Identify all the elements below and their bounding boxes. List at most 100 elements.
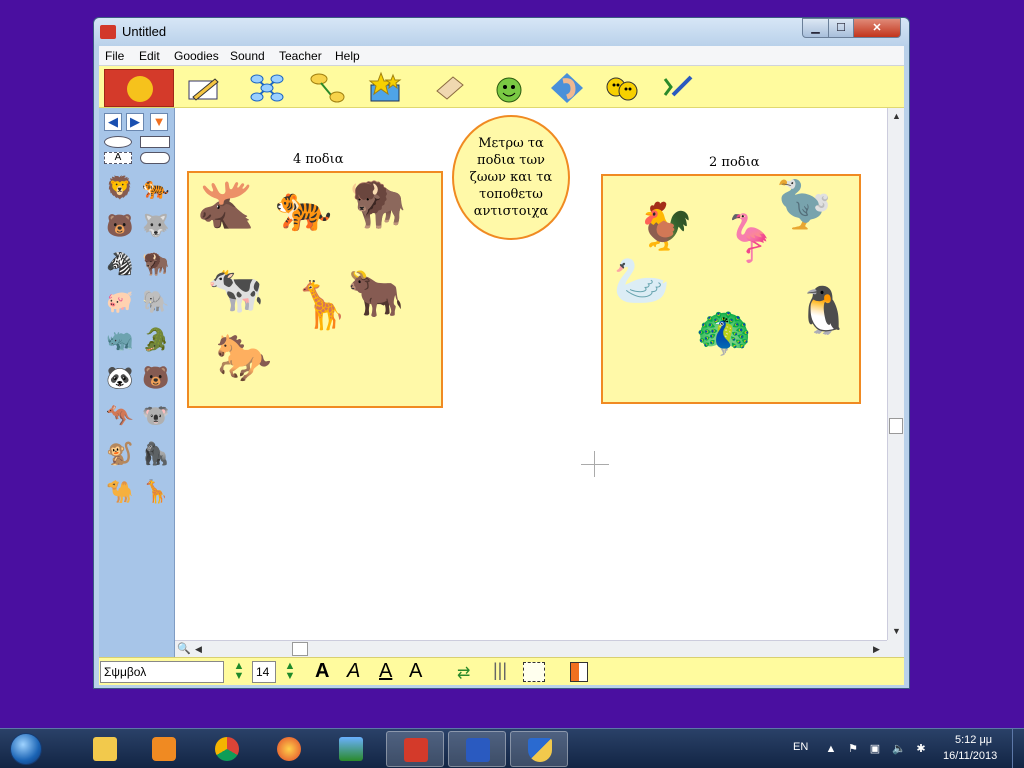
text-tool[interactable]: A	[104, 152, 132, 164]
four-legs-box[interactable]: 🫎 🐅 🦬 🐄 🦒 🐂 🐎	[187, 171, 443, 408]
palette-animal[interactable]: 🦁	[104, 172, 136, 204]
dropdown-button[interactable]: ▼	[150, 113, 168, 131]
stamp-frame-icon[interactable]	[523, 662, 545, 682]
bold-icon[interactable]: A	[315, 660, 329, 683]
volume-icon[interactable]: 🔈	[892, 742, 906, 756]
animal-picture[interactable]: 🫎	[189, 177, 263, 233]
palette-animal[interactable]: 🦘	[104, 400, 136, 432]
palette-animal[interactable]: 🐘	[140, 286, 172, 318]
title-bar[interactable]: Untitled ▁ ☐ ✕	[94, 18, 909, 46]
vertical-scroll-thumb[interactable]	[889, 418, 903, 434]
network-icon[interactable]	[249, 71, 285, 105]
rectangle-tool[interactable]	[140, 136, 170, 148]
palette-animal[interactable]: 🐒	[104, 438, 136, 470]
palette-animal[interactable]: 🐨	[140, 400, 172, 432]
menu-edit[interactable]: Edit	[139, 49, 160, 63]
ellipse-tool[interactable]	[104, 136, 132, 148]
horizontal-scrollbar[interactable]: 🔍 ◀ ▶	[175, 640, 887, 657]
eraser-icon[interactable]	[431, 71, 467, 105]
columns-icon[interactable]: |||	[493, 660, 507, 681]
animal-picture[interactable]: 🐅	[267, 179, 341, 235]
animal-picture[interactable]: 🦚	[687, 304, 761, 360]
underline-icon[interactable]: A	[379, 660, 392, 683]
palette-animal[interactable]: 🐖	[104, 286, 136, 318]
palette-animal[interactable]: 🦒	[140, 476, 172, 508]
next-button[interactable]: ▶	[126, 113, 144, 131]
network-status-icon[interactable]: ▣	[868, 742, 882, 756]
align-icon[interactable]: ⇄	[457, 663, 470, 683]
fill-color-icon[interactable]	[570, 662, 588, 682]
palette-animal[interactable]: 🦍	[140, 438, 172, 470]
taskbar-uac[interactable]	[510, 731, 568, 767]
animal-picture[interactable]: 🦬	[341, 175, 415, 231]
palette-animal[interactable]: 🐻	[140, 362, 172, 394]
palette-animal[interactable]: 🦏	[104, 324, 136, 356]
show-desktop-button[interactable]	[1012, 729, 1024, 768]
canvas[interactable]: 4 ποδια 🫎 🐅 🦬 🐄 🦒 🐂 🐎 Μετρω τα ποδια των ζωων …	[175, 108, 887, 640]
horizontal-scroll-thumb[interactable]	[292, 642, 308, 656]
taskbar-chrome[interactable]	[198, 731, 256, 767]
pencil-icon[interactable]	[185, 71, 221, 105]
zoom-icon[interactable]: 🔍	[177, 642, 191, 656]
close-button[interactable]: ✕	[853, 18, 901, 38]
clock-date[interactable]: 16/11/2013	[943, 750, 997, 762]
animal-picture[interactable]: 🐎	[207, 329, 281, 385]
rounded-rect-tool[interactable]	[140, 152, 170, 164]
two-legs-box[interactable]: 🐓 🦩 🦤 🦢 🦚 🐧	[601, 174, 861, 404]
firefox-icon	[277, 737, 301, 761]
animal-picture[interactable]: 🐄	[199, 261, 273, 317]
palette-animal[interactable]: 🐊	[140, 324, 172, 356]
logo[interactable]	[104, 69, 174, 107]
menu-goodies[interactable]: Goodies	[174, 49, 219, 63]
taskbar-word[interactable]	[448, 731, 506, 767]
smiley-icon[interactable]	[491, 71, 527, 105]
faces-icon[interactable]	[604, 71, 640, 105]
scroll-left-icon[interactable]: ◀	[195, 644, 202, 655]
taskbar-kidspiration[interactable]	[386, 731, 444, 767]
ear-icon[interactable]	[549, 71, 585, 105]
menu-sound[interactable]: Sound	[230, 49, 265, 63]
tray-expand-icon[interactable]: ▲	[824, 742, 838, 756]
bluetooth-icon[interactable]: ✱	[914, 742, 928, 756]
italic-icon[interactable]: A	[347, 660, 360, 683]
clock-time[interactable]: 5:12 μμ	[955, 734, 992, 746]
palette-animal[interactable]: 🐻	[104, 210, 136, 242]
menu-file[interactable]: File	[105, 49, 124, 63]
palette-animal[interactable]: 🐼	[104, 362, 136, 394]
animal-picture[interactable]: 🦤	[767, 176, 841, 232]
menu-teacher[interactable]: Teacher	[279, 49, 322, 63]
animal-picture[interactable]: 🐂	[339, 265, 413, 321]
vertical-scrollbar[interactable]: ▲ ▼	[887, 108, 904, 640]
animal-picture[interactable]: 🐧	[787, 282, 861, 338]
font-stepper-icon[interactable]: ▲ ▼	[229, 661, 249, 683]
palette-animal[interactable]: 🦓	[104, 248, 136, 280]
paintbrush-icon[interactable]	[659, 71, 695, 105]
scroll-down-icon[interactable]: ▼	[892, 626, 901, 636]
taskbar-media[interactable]	[135, 731, 193, 767]
maximize-button[interactable]: ☐	[828, 18, 854, 38]
menu-help[interactable]: Help	[335, 49, 360, 63]
font-field[interactable]: Σψμβολ	[100, 661, 224, 683]
size-stepper-icon[interactable]: ▲ ▼	[280, 661, 300, 683]
animal-picture[interactable]: 🦢	[605, 252, 679, 308]
instruction-bubble[interactable]: Μετρω τα ποδια των ζωων και τα τοποθετω …	[452, 115, 570, 240]
scroll-up-icon[interactable]: ▲	[892, 111, 901, 121]
scroll-right-icon[interactable]: ▶	[873, 644, 880, 655]
link-arrow-icon[interactable]	[309, 71, 345, 105]
prev-button[interactable]: ◀	[104, 113, 122, 131]
animal-picture[interactable]: 🐓	[629, 198, 703, 254]
taskbar-firefox[interactable]	[260, 731, 318, 767]
palette-animal[interactable]: 🦬	[140, 248, 172, 280]
language-indicator[interactable]: EN	[793, 741, 808, 753]
flag-icon[interactable]: ⚑	[846, 742, 860, 756]
taskbar-pictures[interactable]	[322, 731, 380, 767]
minimize-button[interactable]: ▁	[802, 18, 829, 38]
star-box-icon[interactable]	[367, 71, 403, 105]
palette-animal[interactable]: 🐅	[140, 172, 172, 204]
start-button[interactable]	[4, 729, 46, 768]
taskbar-explorer[interactable]	[76, 731, 134, 767]
text-color-icon[interactable]: A	[409, 660, 422, 683]
palette-animal[interactable]: 🐪	[104, 476, 136, 508]
palette-animal[interactable]: 🐺	[140, 210, 172, 242]
size-field[interactable]: 14	[252, 661, 276, 683]
